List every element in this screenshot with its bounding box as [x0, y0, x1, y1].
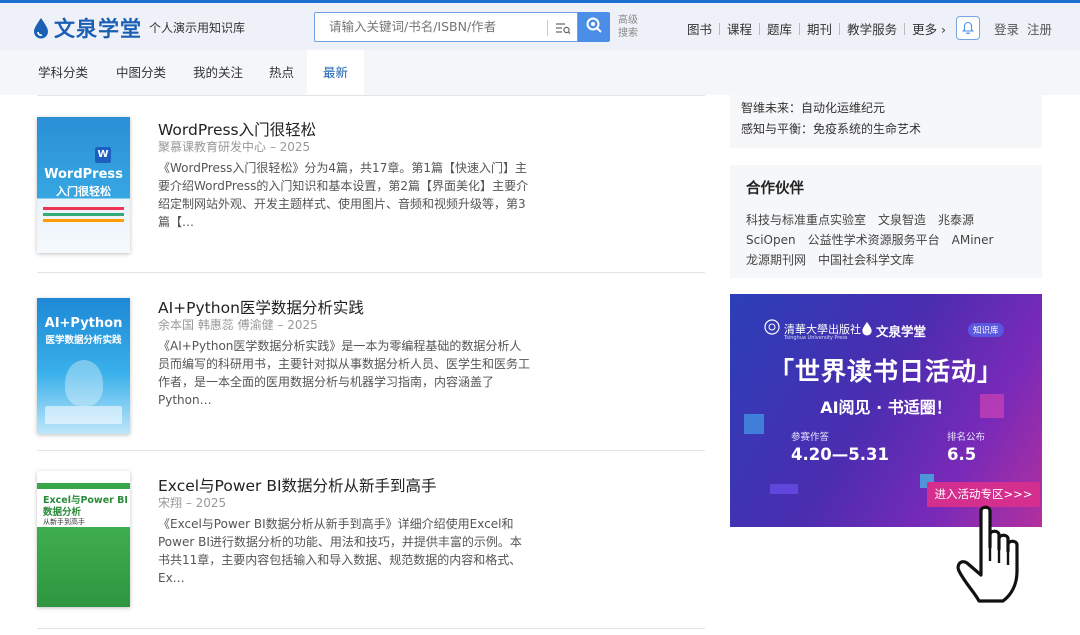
- search-box: [314, 12, 578, 42]
- partners-list: 科技与标准重点实验室 文泉智造 兆泰源 SciOpen 公益性学术资源服务平台 AMin…: [746, 210, 1036, 270]
- register-link[interactable]: 注册: [1027, 19, 1052, 38]
- cover-green-block: [37, 527, 130, 607]
- tab-my-follows[interactable]: 我的关注: [193, 50, 243, 95]
- book-description: 《AI+Python医学数据分析实践》是一本为零编程基础的数据分析人员而编写的科…: [158, 339, 531, 407]
- book-title[interactable]: AI+Python医学数据分析实践: [158, 296, 364, 318]
- topic-box: 智维未来：自动化运维纪元 感知与平衡：免疫系统的生命艺术: [730, 95, 1042, 148]
- search-input[interactable]: [329, 19, 549, 34]
- banner-logo-drop-icon: [861, 321, 873, 340]
- partners-box: 合作伙伴 科技与标准重点实验室 文泉智造 兆泰源 SciOpen 公益性学术资源服务平…: [730, 165, 1042, 278]
- cover-subtitle: 医学数据分析实践: [45, 335, 122, 346]
- kb-badge: 知识库: [968, 323, 1004, 337]
- phase1-dates: 4.20—5.31: [791, 445, 889, 464]
- topic-link[interactable]: 感知与平衡：免疫系统的生命艺术: [741, 120, 921, 137]
- main-nav: 图书 课程 题库 期刊 教学服务 更多 ›: [680, 19, 953, 38]
- cover-subtitle: 入门很轻松: [56, 185, 111, 198]
- phase2-dates: 6.5: [947, 445, 977, 464]
- auth-links: 登录 注册: [994, 19, 1052, 38]
- cover-subtitle-2: 从新手到高手: [43, 518, 85, 526]
- book-item[interactable]: AI+Python 医学数据分析实践 AI+Python医学数据分析实践 余本国…: [37, 273, 705, 451]
- nav-more[interactable]: 更多 ›: [905, 19, 953, 38]
- partner-link[interactable]: SciOpen: [746, 233, 796, 247]
- banner-subline: AI阅见 · 书适圈！: [820, 398, 952, 417]
- partner-link[interactable]: 中国社会科学文库: [818, 253, 914, 267]
- header: 文泉学堂 个人演示用知识库 高级搜索 图书 课程 题库 期刊 教学服务 更多 ›…: [0, 3, 1080, 50]
- banner-headline: 「世界读书日活动」: [768, 357, 1003, 386]
- book-item[interactable]: W WordPress 入门很轻松 WordPress入门很轻松 聚慕课教育研发…: [37, 95, 705, 273]
- banner-logo: 文泉学堂: [876, 324, 927, 339]
- notification-button[interactable]: [956, 16, 980, 40]
- cover-subtitle: 数据分析: [43, 507, 82, 518]
- partners-heading: 合作伙伴: [746, 181, 804, 197]
- partner-link[interactable]: 龙源期刊网: [746, 253, 806, 267]
- partner-link[interactable]: AMiner: [952, 233, 994, 247]
- book-meta: 聚慕课教育研发中心 – 2025: [158, 140, 311, 154]
- cover-stripe: [43, 219, 124, 222]
- topic-link[interactable]: 智维未来：自动化运维纪元: [741, 99, 885, 116]
- category-tabs: 学科分类 中图分类 我的关注 热点 最新: [0, 50, 1080, 95]
- nav-question-bank[interactable]: 题库: [760, 19, 799, 38]
- enter-activity-button[interactable]: 进入活动专区>>>: [927, 482, 1040, 507]
- brand-tagline: 个人演示用知识库: [149, 21, 246, 35]
- partner-link[interactable]: 公益性学术资源服务平台: [808, 233, 940, 247]
- deco-square: [770, 484, 798, 494]
- pointer-hand-icon: [955, 505, 1035, 611]
- book-description: 《Excel与Power BI数据分析从新手到高手》详细介绍使用Excel和Po…: [158, 517, 522, 585]
- tab-hot[interactable]: 热点: [269, 50, 294, 95]
- nav-courses[interactable]: 课程: [720, 19, 759, 38]
- book-meta: 余本国 韩惠蕊 傅渝健 – 2025: [158, 318, 318, 332]
- tab-clc-category[interactable]: 中图分类: [116, 50, 166, 95]
- list-divider: [37, 628, 705, 629]
- book-title[interactable]: Excel与Power BI数据分析从新手到高手: [158, 474, 437, 496]
- book-cover[interactable]: W WordPress 入门很轻松: [37, 117, 130, 253]
- promo-banner[interactable]: 清華大學出版社 Tsinghua University Press 文泉学堂 知…: [730, 294, 1042, 527]
- advanced-search-link[interactable]: 高级搜索: [618, 14, 640, 40]
- partner-link[interactable]: 兆泰源: [938, 213, 974, 227]
- book-description: 《WordPress入门很轻松》分为4篇，共17章。第1篇【快速入门】主要介绍W…: [158, 161, 529, 229]
- word-icon: W: [95, 147, 111, 163]
- tab-subject-category[interactable]: 学科分类: [38, 50, 88, 95]
- cover-title: AI+Python: [44, 316, 123, 331]
- cover-stripe: [43, 213, 124, 216]
- publisher-name-en: Tsinghua University Press: [784, 335, 848, 341]
- cover-title: WordPress: [44, 167, 123, 182]
- tsinghua-seal-icon: [764, 319, 780, 339]
- bell-icon: [961, 19, 975, 38]
- logo-drop-icon: [32, 17, 50, 39]
- book-cover[interactable]: AI+Python 医学数据分析实践: [37, 298, 130, 434]
- phase1-label: 参赛作答: [791, 432, 830, 443]
- book-item[interactable]: Excel与Power BI 数据分析 从新手到高手 Excel与Power B…: [37, 451, 705, 629]
- laptop-graphic: [45, 406, 122, 424]
- cover-stripe: [43, 207, 124, 210]
- nav-books[interactable]: 图书: [680, 19, 719, 38]
- partner-link[interactable]: 科技与标准重点实验室: [746, 213, 866, 227]
- book-title[interactable]: WordPress入门很轻松: [158, 118, 316, 140]
- search-icon: [585, 16, 603, 38]
- partner-link[interactable]: 文泉智造: [878, 213, 926, 227]
- book-meta: 宋翔 – 2025: [158, 496, 227, 510]
- cover-stripe: [37, 483, 130, 489]
- search-button[interactable]: [578, 12, 610, 42]
- search-filter-icon[interactable]: [555, 20, 571, 40]
- book-cover[interactable]: Excel与Power BI 数据分析 从新手到高手: [37, 471, 130, 607]
- logo[interactable]: 文泉学堂: [32, 13, 142, 43]
- nav-teaching-services[interactable]: 教学服务: [840, 19, 904, 38]
- phase2-label: 排名公布: [947, 432, 986, 443]
- nav-journals[interactable]: 期刊: [800, 19, 839, 38]
- tab-latest[interactable]: 最新: [307, 50, 365, 95]
- search-separator: [547, 20, 548, 36]
- login-link[interactable]: 登录: [994, 19, 1019, 38]
- brand-name: 文泉学堂: [54, 17, 142, 41]
- lung-graphic: [65, 360, 103, 406]
